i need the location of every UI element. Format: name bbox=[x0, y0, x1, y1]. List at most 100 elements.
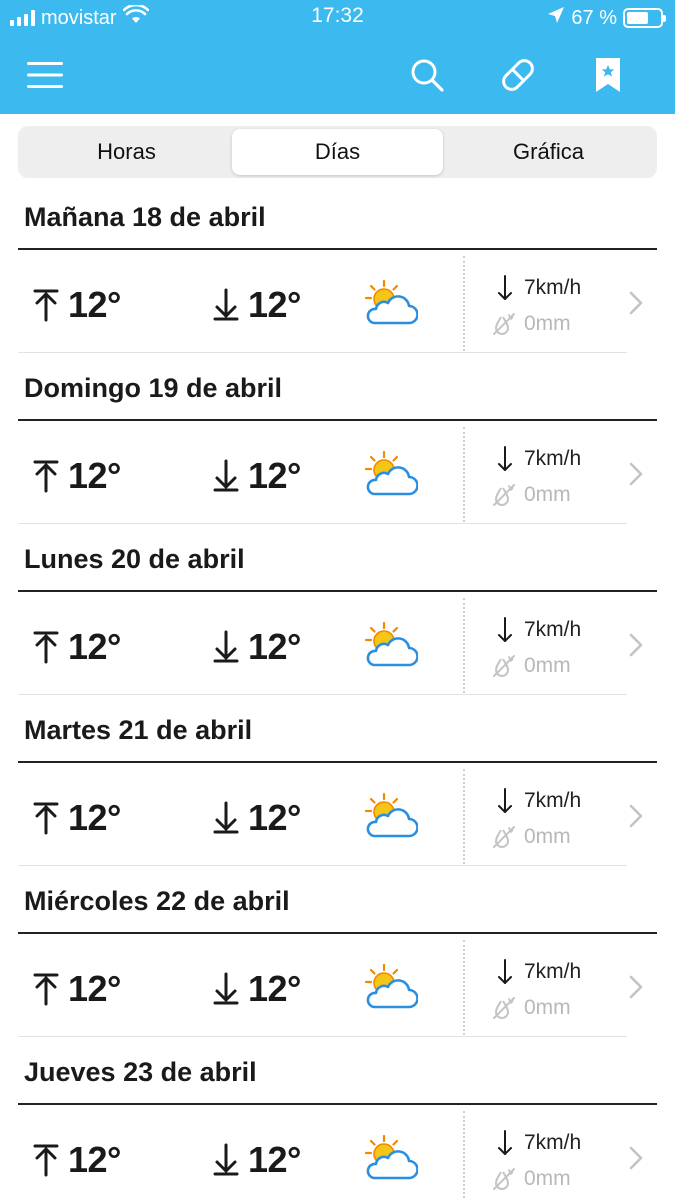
wind-info: 7km/h bbox=[496, 1129, 581, 1157]
min-temp: 12° bbox=[212, 626, 301, 668]
row-divider bbox=[18, 352, 627, 353]
day-list: Mañana 18 de abril 12° 12° 7km/h 0mm Dom… bbox=[0, 200, 675, 1200]
max-temp-value: 12° bbox=[68, 284, 121, 325]
bookmark-star-icon[interactable] bbox=[587, 54, 629, 96]
tab-grafica[interactable]: Gráfica bbox=[443, 129, 654, 175]
signal-icon bbox=[10, 10, 35, 26]
no-rain-drop-icon bbox=[493, 826, 515, 848]
column-divider bbox=[463, 769, 465, 864]
arrow-down-to-line-icon bbox=[213, 459, 239, 492]
day-title: Mañana 18 de abril bbox=[24, 202, 266, 232]
wind-speed: 7km/h bbox=[524, 618, 582, 641]
no-rain-drop-icon bbox=[493, 484, 515, 506]
day-section: Mañana 18 de abril 12° 12° 7km/h 0mm bbox=[0, 200, 675, 371]
pill-icon[interactable] bbox=[497, 54, 539, 96]
min-temp-value: 12° bbox=[248, 797, 301, 838]
day-forecast-row[interactable]: 12° 12° 7km/h 0mm bbox=[18, 421, 657, 524]
tab-dias[interactable]: Días bbox=[232, 129, 443, 175]
app-toolbar bbox=[0, 36, 675, 114]
chevron-right-icon[interactable] bbox=[628, 1145, 644, 1171]
min-temp: 12° bbox=[212, 455, 301, 497]
rain-info: 0mm bbox=[492, 483, 571, 507]
day-title: Domingo 19 de abril bbox=[24, 373, 283, 403]
arrow-up-to-line-icon bbox=[33, 460, 59, 493]
no-rain-drop-icon bbox=[493, 313, 515, 335]
wind-direction-arrow-icon bbox=[498, 788, 512, 813]
partly-cloudy-icon bbox=[364, 621, 418, 667]
arrow-down-to-line-icon bbox=[213, 801, 239, 834]
chevron-right-icon[interactable] bbox=[628, 290, 644, 316]
search-icon[interactable] bbox=[406, 54, 448, 96]
chevron-right-icon[interactable] bbox=[628, 632, 644, 658]
view-tabs: Horas Días Gráfica bbox=[18, 126, 657, 178]
day-forecast-row[interactable]: 12° 12° 7km/h 0mm bbox=[18, 592, 657, 695]
day-section: Lunes 20 de abril 12° 12° 7km/h 0mm bbox=[0, 542, 675, 713]
arrow-up-to-line-icon bbox=[33, 973, 59, 1006]
rain-info: 0mm bbox=[492, 825, 571, 849]
min-temp-value: 12° bbox=[248, 968, 301, 1009]
status-bar: movistar 17:32 67 % bbox=[0, 0, 675, 36]
rain-amount: 0mm bbox=[524, 654, 571, 677]
chevron-right-icon[interactable] bbox=[628, 803, 644, 829]
tab-horas[interactable]: Horas bbox=[21, 129, 232, 175]
rain-info: 0mm bbox=[492, 312, 571, 336]
min-temp: 12° bbox=[212, 797, 301, 839]
chevron-right-icon[interactable] bbox=[628, 974, 644, 1000]
max-temp-value: 12° bbox=[68, 968, 121, 1009]
no-rain-drop-icon bbox=[493, 1168, 515, 1190]
min-temp: 12° bbox=[212, 284, 301, 326]
day-forecast-row[interactable]: 12° 12° 7km/h 0mm bbox=[18, 763, 657, 866]
battery-percent: 67 % bbox=[571, 6, 617, 29]
day-title: Lunes 20 de abril bbox=[24, 544, 245, 574]
day-forecast-row[interactable]: 12° 12° 7km/h 0mm bbox=[18, 250, 657, 353]
day-section: Martes 21 de abril 12° 12° 7km/h 0mm bbox=[0, 713, 675, 884]
day-section: Domingo 19 de abril 12° 12° 7km/h 0mm bbox=[0, 371, 675, 542]
max-temp: 12° bbox=[32, 968, 121, 1010]
wind-direction-arrow-icon bbox=[498, 275, 512, 300]
min-temp-value: 12° bbox=[248, 1139, 301, 1180]
carrier-name: movistar bbox=[41, 6, 117, 29]
rain-amount: 0mm bbox=[524, 483, 571, 506]
min-temp: 12° bbox=[212, 1139, 301, 1181]
partly-cloudy-icon bbox=[364, 279, 418, 325]
day-title: Jueves 23 de abril bbox=[24, 1057, 257, 1087]
column-divider bbox=[463, 598, 465, 693]
rain-amount: 0mm bbox=[524, 312, 571, 335]
day-title: Miércoles 22 de abril bbox=[24, 886, 290, 916]
max-temp: 12° bbox=[32, 455, 121, 497]
wind-direction-arrow-icon bbox=[498, 1130, 512, 1155]
row-divider bbox=[18, 523, 627, 524]
rain-info: 0mm bbox=[492, 996, 571, 1020]
column-divider bbox=[463, 427, 465, 522]
max-temp: 12° bbox=[32, 797, 121, 839]
arrow-up-to-line-icon bbox=[33, 289, 59, 322]
menu-icon[interactable] bbox=[24, 54, 66, 96]
min-temp-value: 12° bbox=[248, 284, 301, 325]
min-temp-value: 12° bbox=[248, 626, 301, 667]
max-temp: 12° bbox=[32, 284, 121, 326]
max-temp-value: 12° bbox=[68, 626, 121, 667]
arrow-down-to-line-icon bbox=[213, 288, 239, 321]
arrow-up-to-line-icon bbox=[33, 1144, 59, 1177]
rain-amount: 0mm bbox=[524, 825, 571, 848]
min-temp: 12° bbox=[212, 968, 301, 1010]
wind-direction-arrow-icon bbox=[498, 617, 512, 642]
wind-direction-arrow-icon bbox=[498, 959, 512, 984]
location-arrow-icon bbox=[547, 6, 565, 30]
wind-speed: 7km/h bbox=[524, 1131, 582, 1154]
partly-cloudy-icon bbox=[364, 1134, 418, 1180]
rain-info: 0mm bbox=[492, 654, 571, 678]
min-temp-value: 12° bbox=[248, 455, 301, 496]
wind-speed: 7km/h bbox=[524, 447, 582, 470]
wind-info: 7km/h bbox=[496, 787, 581, 815]
day-title: Martes 21 de abril bbox=[24, 715, 253, 745]
chevron-right-icon[interactable] bbox=[628, 461, 644, 487]
day-section: Jueves 23 de abril 12° 12° 7km/h 0mm bbox=[0, 1055, 675, 1200]
rain-info: 0mm bbox=[492, 1167, 571, 1191]
wind-info: 7km/h bbox=[496, 616, 581, 644]
arrow-up-to-line-icon bbox=[33, 631, 59, 664]
day-forecast-row[interactable]: 12° 12° 7km/h 0mm bbox=[18, 934, 657, 1037]
status-right: 67 % bbox=[547, 6, 666, 30]
max-temp-value: 12° bbox=[68, 455, 121, 496]
day-forecast-row[interactable]: 12° 12° 7km/h 0mm bbox=[18, 1105, 657, 1200]
